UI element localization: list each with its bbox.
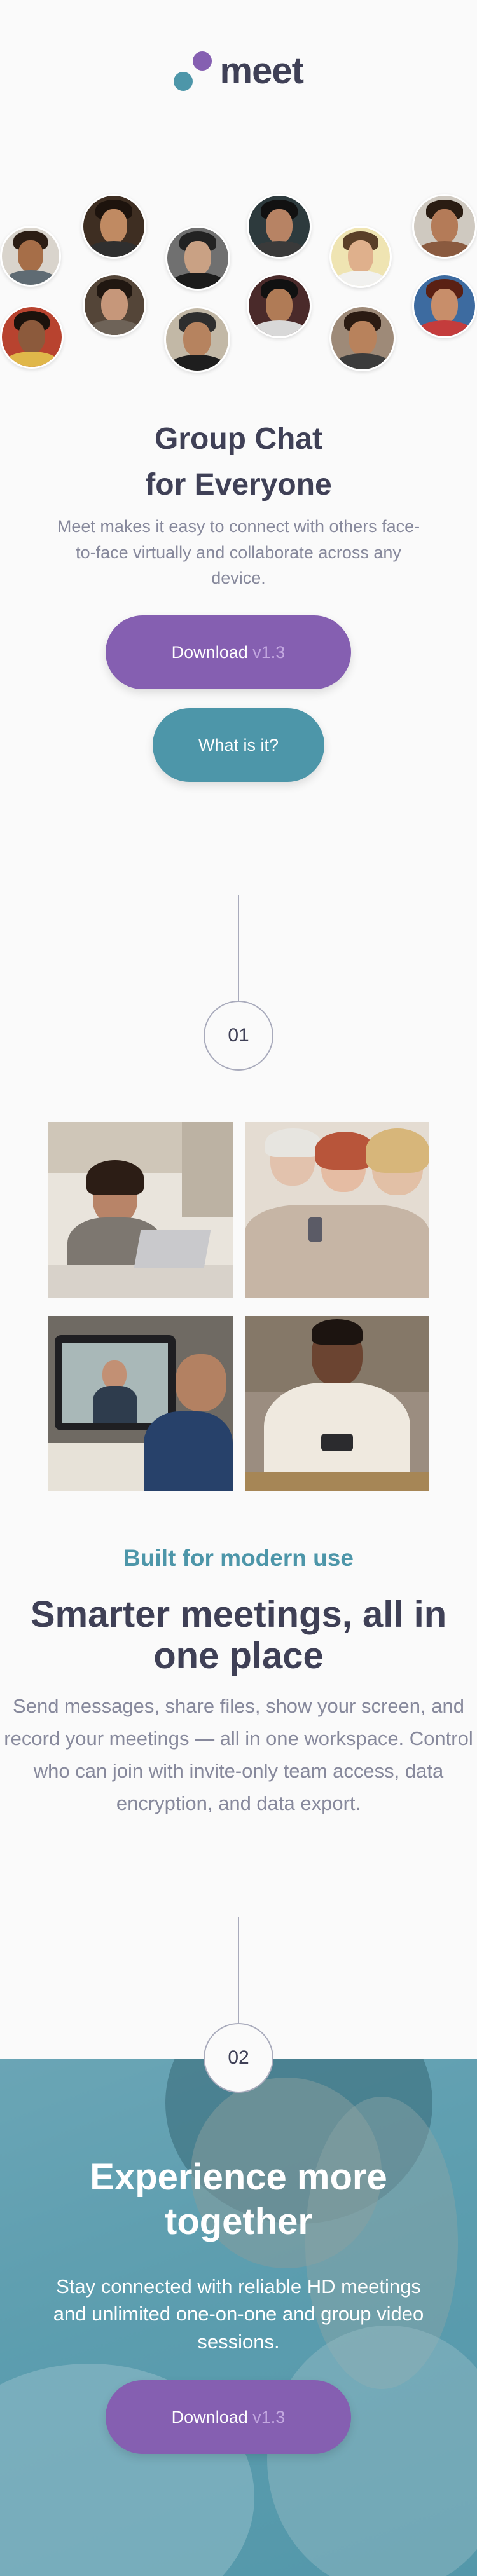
avatar — [83, 273, 146, 337]
avatar — [412, 194, 477, 259]
avatar — [412, 273, 477, 338]
logo-text: meet — [219, 50, 304, 92]
cta-description: Stay connected with reliable HD meetings… — [53, 2275, 424, 2353]
what-is-it-button[interactable]: What is it? — [153, 708, 324, 782]
download-button-label: Download — [171, 643, 248, 662]
cta-title-line1: Experience more — [90, 2156, 387, 2198]
what-is-it-label: What is it? — [198, 736, 279, 755]
photo-man-phone — [245, 1316, 429, 1491]
cta-download-label: Download — [171, 2408, 248, 2427]
features-title: Smarter meetings, all in one place — [30, 1594, 447, 1676]
avatar — [0, 305, 64, 369]
hero-title: Group Chat for Everyone — [0, 416, 477, 508]
cta-download-version: v1.3 — [252, 2408, 286, 2427]
avatar — [0, 226, 61, 287]
avatar — [329, 305, 396, 371]
hero-title-line1: Group Chat — [155, 422, 322, 456]
avatar — [329, 226, 392, 288]
download-version: v1.3 — [252, 643, 286, 662]
download-button[interactable]: Download v1.3 — [106, 615, 351, 689]
step-badge-02: 02 — [204, 2023, 273, 2093]
photo-women-phone — [245, 1122, 429, 1298]
step-badge-01: 01 — [204, 1001, 273, 1071]
hero-title-line2: for Everyone — [145, 468, 332, 502]
avatar — [164, 306, 230, 373]
logo: meet — [0, 50, 477, 92]
cta-download-button[interactable]: Download v1.3 — [106, 2380, 351, 2454]
avatar — [165, 226, 230, 291]
features-description: Send messages, share files, show your sc… — [4, 1695, 473, 1815]
hero-description: Meet makes it easy to connect with other… — [57, 517, 420, 587]
cta-title: Experience more together — [0, 2155, 477, 2244]
features-tagline: Built for modern use — [123, 1545, 354, 1571]
logo-mark-icon — [174, 51, 212, 91]
cta-title-line2: together — [165, 2200, 312, 2242]
avatar — [247, 194, 312, 259]
avatar — [247, 273, 312, 338]
avatar — [81, 194, 146, 259]
photo-video-call-tablet — [48, 1316, 233, 1491]
photo-woman-laptop — [48, 1122, 233, 1298]
